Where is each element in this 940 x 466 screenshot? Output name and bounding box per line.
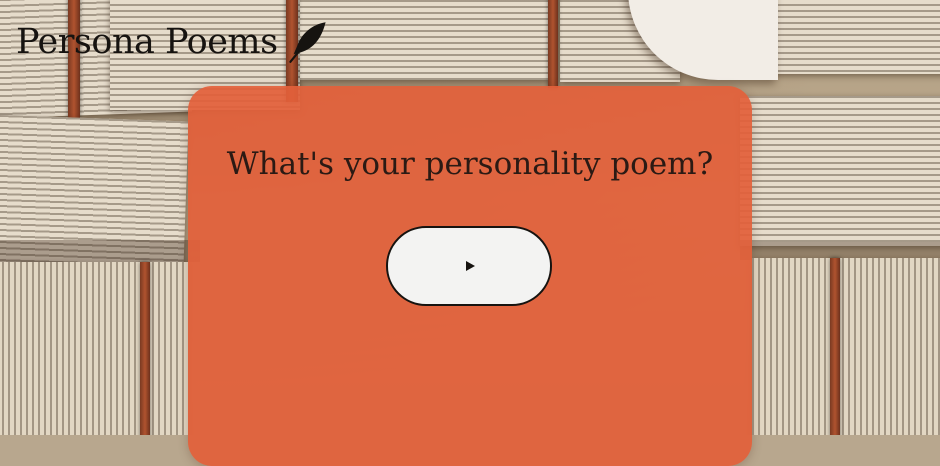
quiz-question-heading: What's your personality poem? <box>226 146 714 182</box>
feather-icon <box>288 22 326 63</box>
brand-header[interactable]: Persona Poems <box>16 20 330 64</box>
app-title: Persona Poems <box>16 22 278 62</box>
quiz-card: What's your personality poem? <box>188 86 752 466</box>
start-quiz-button[interactable] <box>386 226 552 306</box>
play-icon <box>466 261 475 271</box>
